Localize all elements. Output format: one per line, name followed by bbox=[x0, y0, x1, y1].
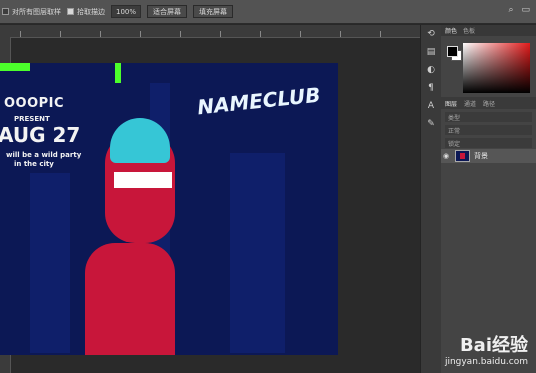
tab-paths[interactable]: 路径 bbox=[483, 99, 495, 108]
tab-swatches[interactable]: 色板 bbox=[463, 26, 475, 35]
visibility-eye-icon[interactable]: ◉ bbox=[441, 152, 451, 160]
poster-date: AUG 27 bbox=[0, 123, 81, 147]
layers-panel-tabs: 图层 通道 路径 bbox=[441, 97, 536, 109]
layer-thumbnail bbox=[455, 150, 470, 162]
fill-screen-button[interactable]: 填充屏幕 bbox=[193, 5, 234, 18]
zoom-level-field[interactable]: 100% bbox=[111, 5, 142, 18]
sample-all-layers-checkbox[interactable]: 对所有图层取样 bbox=[2, 7, 61, 17]
layer-name: 背景 bbox=[474, 152, 488, 160]
scrubby-zoom-label: 拾取描边 bbox=[77, 7, 105, 16]
paragraph-icon[interactable]: ¶ bbox=[421, 79, 441, 97]
building-shape bbox=[30, 173, 70, 353]
layers-panel: 图层 通道 路径 类型 正常 锁定 ◉ 背景 bbox=[441, 97, 536, 163]
checkbox[interactable] bbox=[2, 8, 9, 15]
baidu-logo: Bai经验 bbox=[459, 335, 528, 356]
poster-present: PRESENT bbox=[14, 115, 50, 123]
search-icon[interactable]: ⌕ bbox=[508, 6, 513, 15]
tab-color[interactable]: 颜色 bbox=[445, 26, 457, 35]
baidu-watermark: Bai经验 jingyan.baidu.com bbox=[445, 331, 528, 367]
workspace-icon[interactable]: ▭ bbox=[521, 6, 530, 15]
tab-layers[interactable]: 图层 bbox=[445, 99, 457, 108]
history-icon[interactable]: ⟲ bbox=[421, 25, 441, 43]
right-panels: 颜色 色板 图层 通道 路径 类型 正常 锁定 ◉ 背景 bbox=[441, 25, 536, 373]
panel-icon-strip: ⟲ ▤ ◐ ¶ A ✎ bbox=[420, 25, 441, 373]
options-bar: 对所有图层取样 拾取描边 100% 适合屏幕 填充屏幕 ⌕ ▭ bbox=[0, 0, 536, 24]
adjustments-icon[interactable]: ◐ bbox=[421, 61, 441, 79]
foreground-color-swatch[interactable] bbox=[447, 46, 458, 57]
sample-all-layers-label: 对所有图层取样 bbox=[12, 7, 61, 16]
green-splash-shape bbox=[0, 63, 30, 71]
blend-mode-select[interactable]: 正常 bbox=[445, 125, 532, 135]
poster-brand: OOOPIC bbox=[4, 96, 65, 111]
poster-artboard[interactable]: OOOPIC PRESENT AUG 27 will be a wild par… bbox=[0, 63, 338, 355]
brush-icon[interactable]: ✎ bbox=[421, 115, 441, 133]
checkbox[interactable] bbox=[67, 8, 74, 15]
poster-tagline-1: will be a wild party bbox=[6, 151, 82, 159]
tab-channels[interactable]: 通道 bbox=[464, 99, 476, 108]
layer-kind-filter[interactable]: 类型 bbox=[445, 112, 532, 122]
character-icon[interactable]: A bbox=[421, 97, 441, 115]
color-panel bbox=[441, 36, 536, 98]
color-picker-field[interactable] bbox=[463, 43, 530, 93]
horizontal-ruler[interactable] bbox=[0, 25, 420, 38]
green-splash-shape bbox=[115, 63, 121, 83]
fit-screen-button[interactable]: 适合屏幕 bbox=[147, 5, 188, 18]
layer-row-background[interactable]: ◉ 背景 bbox=[441, 149, 536, 163]
poster-club-title: NAMECLUB bbox=[196, 82, 322, 120]
scrubby-zoom-checkbox[interactable]: 拾取描边 bbox=[67, 7, 105, 17]
building-shape bbox=[230, 153, 285, 353]
character-glasses-shape bbox=[113, 171, 173, 189]
watermark-url: jingyan.baidu.com bbox=[444, 357, 528, 367]
color-panel-tabs: 颜色 色板 bbox=[441, 25, 536, 36]
lock-row[interactable]: 锁定 bbox=[445, 138, 532, 148]
poster-tagline-2: in the city bbox=[14, 160, 54, 168]
character-jacket-shape bbox=[85, 243, 175, 355]
properties-icon[interactable]: ▤ bbox=[421, 43, 441, 61]
